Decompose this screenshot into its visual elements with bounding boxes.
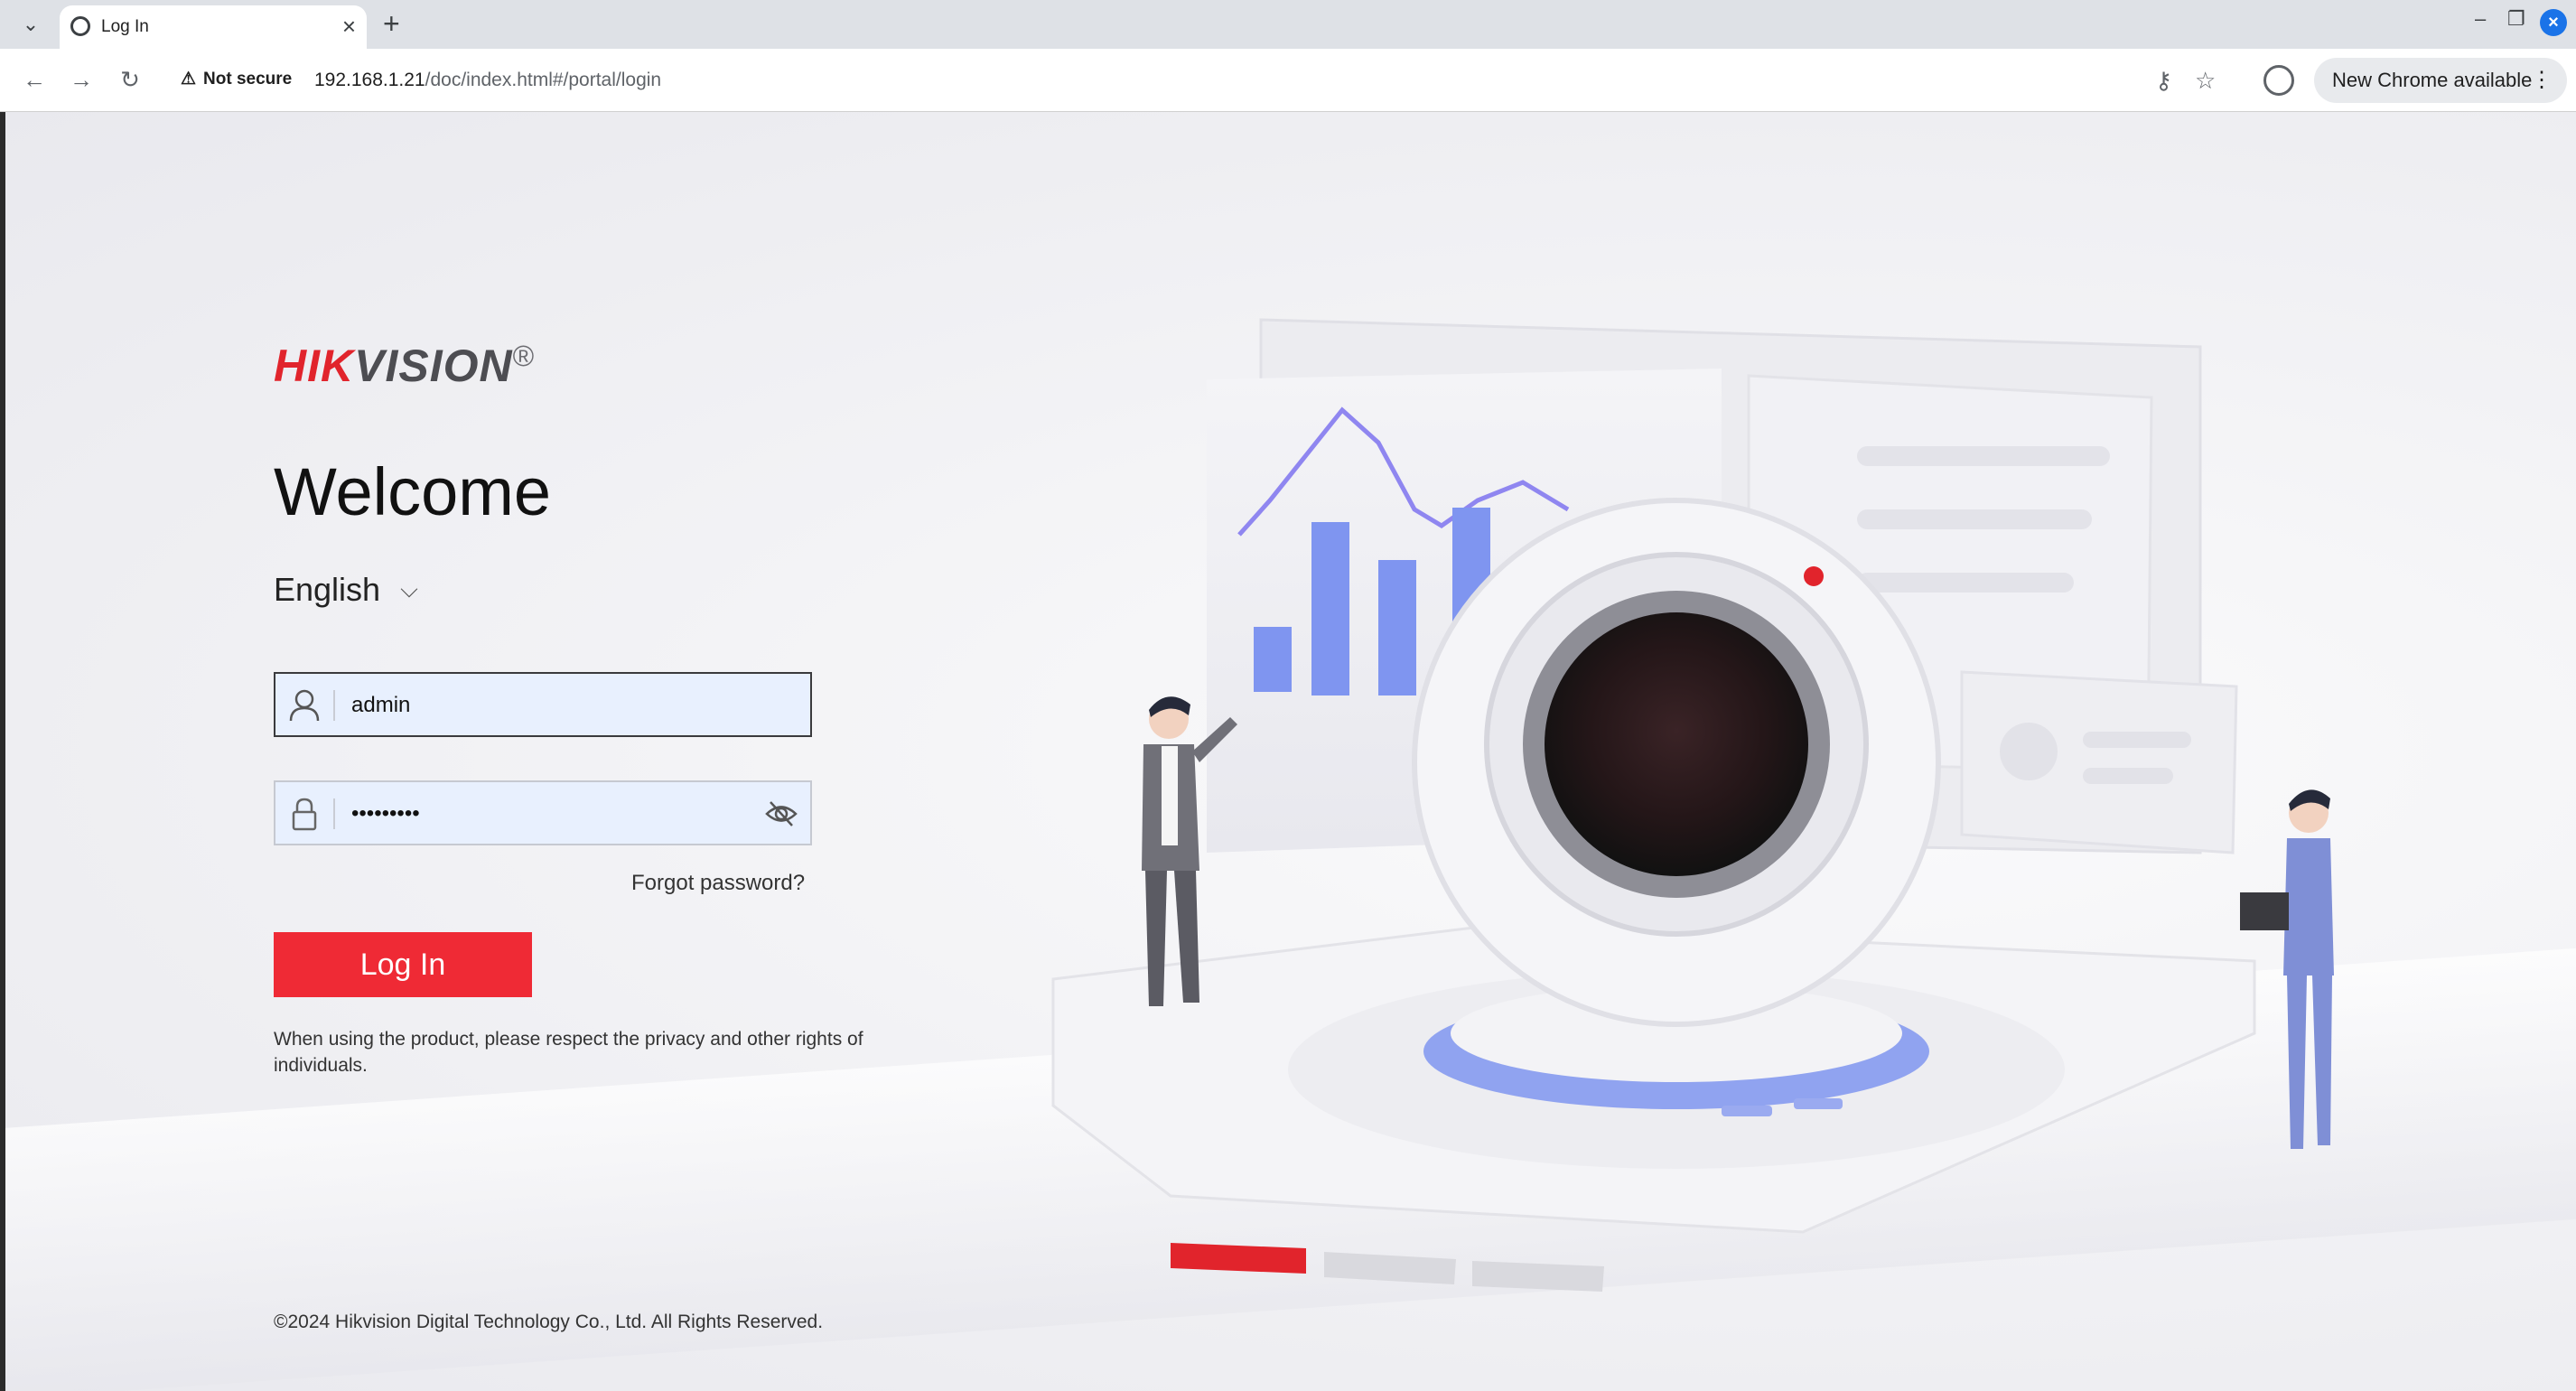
logo-registered-mark: ® xyxy=(512,340,536,372)
plus-icon[interactable]: + xyxy=(383,7,400,40)
bar-decoration xyxy=(1311,522,1349,696)
security-chip[interactable]: ⚠ Not secure xyxy=(181,69,292,89)
update-button[interactable]: New Chrome available ⋮ xyxy=(2314,58,2567,103)
hikvision-logo: HIKVISION® xyxy=(274,340,535,392)
window-close-icon[interactable]: × xyxy=(2540,9,2567,36)
warning-icon: ⚠ xyxy=(181,70,197,89)
browser-toolbar: ← → ↻ ⚠ Not secure 192.168.1.21/doc/inde… xyxy=(0,49,2576,112)
logo-vision: VISION xyxy=(354,341,513,391)
record-led xyxy=(1804,566,1824,586)
url-host: 192.168.1.21 xyxy=(314,70,425,90)
field-separator xyxy=(333,690,335,721)
privacy-notice: When using the product, please respect t… xyxy=(274,1029,863,1076)
password-key-icon[interactable]: ⚷ xyxy=(2155,67,2172,95)
password-field[interactable] xyxy=(274,780,812,845)
restore-icon[interactable]: ❐ xyxy=(2507,7,2525,31)
username-field[interactable] xyxy=(274,672,812,737)
not-secure-label: Not secure xyxy=(203,69,293,89)
welcome-heading: Welcome xyxy=(274,454,552,529)
language-select[interactable]: English ⌵ xyxy=(274,571,418,609)
forward-icon[interactable]: → xyxy=(63,61,99,98)
star-icon[interactable]: ☆ xyxy=(2195,67,2216,95)
tab-title: Log In xyxy=(101,17,149,36)
globe-icon xyxy=(70,16,90,36)
bar-decoration xyxy=(1378,560,1416,696)
url-text[interactable]: 192.168.1.21/doc/index.html#/portal/logi… xyxy=(314,70,661,91)
logo-hik: HIK xyxy=(274,341,355,391)
red-block xyxy=(1171,1243,1306,1274)
eye-off-icon[interactable] xyxy=(765,800,798,827)
bar-decoration xyxy=(1254,627,1292,692)
field-separator xyxy=(333,798,335,829)
login-page: HIKVISION® Welcome English ⌵ Forgot pass… xyxy=(5,112,2576,1391)
back-icon[interactable]: ← xyxy=(16,61,52,98)
language-label: English xyxy=(274,571,381,608)
close-icon[interactable]: × xyxy=(342,13,356,40)
tab-search-icon[interactable]: ⌄ xyxy=(14,11,47,38)
username-input[interactable] xyxy=(350,683,751,728)
forgot-password-link[interactable]: Forgot password? xyxy=(631,871,805,896)
copyright-text: ©2024 Hikvision Digital Technology Co., … xyxy=(274,1312,824,1332)
address-bar[interactable]: ⚠ Not secure 192.168.1.21/doc/index.html… xyxy=(168,58,2218,103)
profile-icon[interactable] xyxy=(2263,65,2294,96)
minimize-icon[interactable]: – xyxy=(2475,7,2486,31)
url-path: /doc/index.html#/portal/login xyxy=(425,70,662,90)
user-icon xyxy=(289,689,320,722)
browser-chrome: ⌄ Log In × + – ❐ × ← → ↻ ⚠ Not secure 19… xyxy=(0,0,2576,112)
reload-icon[interactable]: ↻ xyxy=(112,61,148,98)
lock-icon xyxy=(292,798,317,831)
password-input[interactable] xyxy=(350,791,751,836)
camera-lens xyxy=(1545,612,1808,876)
update-label: New Chrome available xyxy=(2332,69,2533,91)
login-button[interactable]: Log In xyxy=(274,932,532,997)
more-icon[interactable]: ⋮ xyxy=(2531,58,2553,103)
tab-strip: ⌄ Log In × + – ❐ × xyxy=(0,0,2576,49)
hero-illustration xyxy=(1051,318,2334,1292)
tab-login[interactable]: Log In × xyxy=(60,5,367,49)
chevron-down-icon: ⌵ xyxy=(400,575,418,602)
